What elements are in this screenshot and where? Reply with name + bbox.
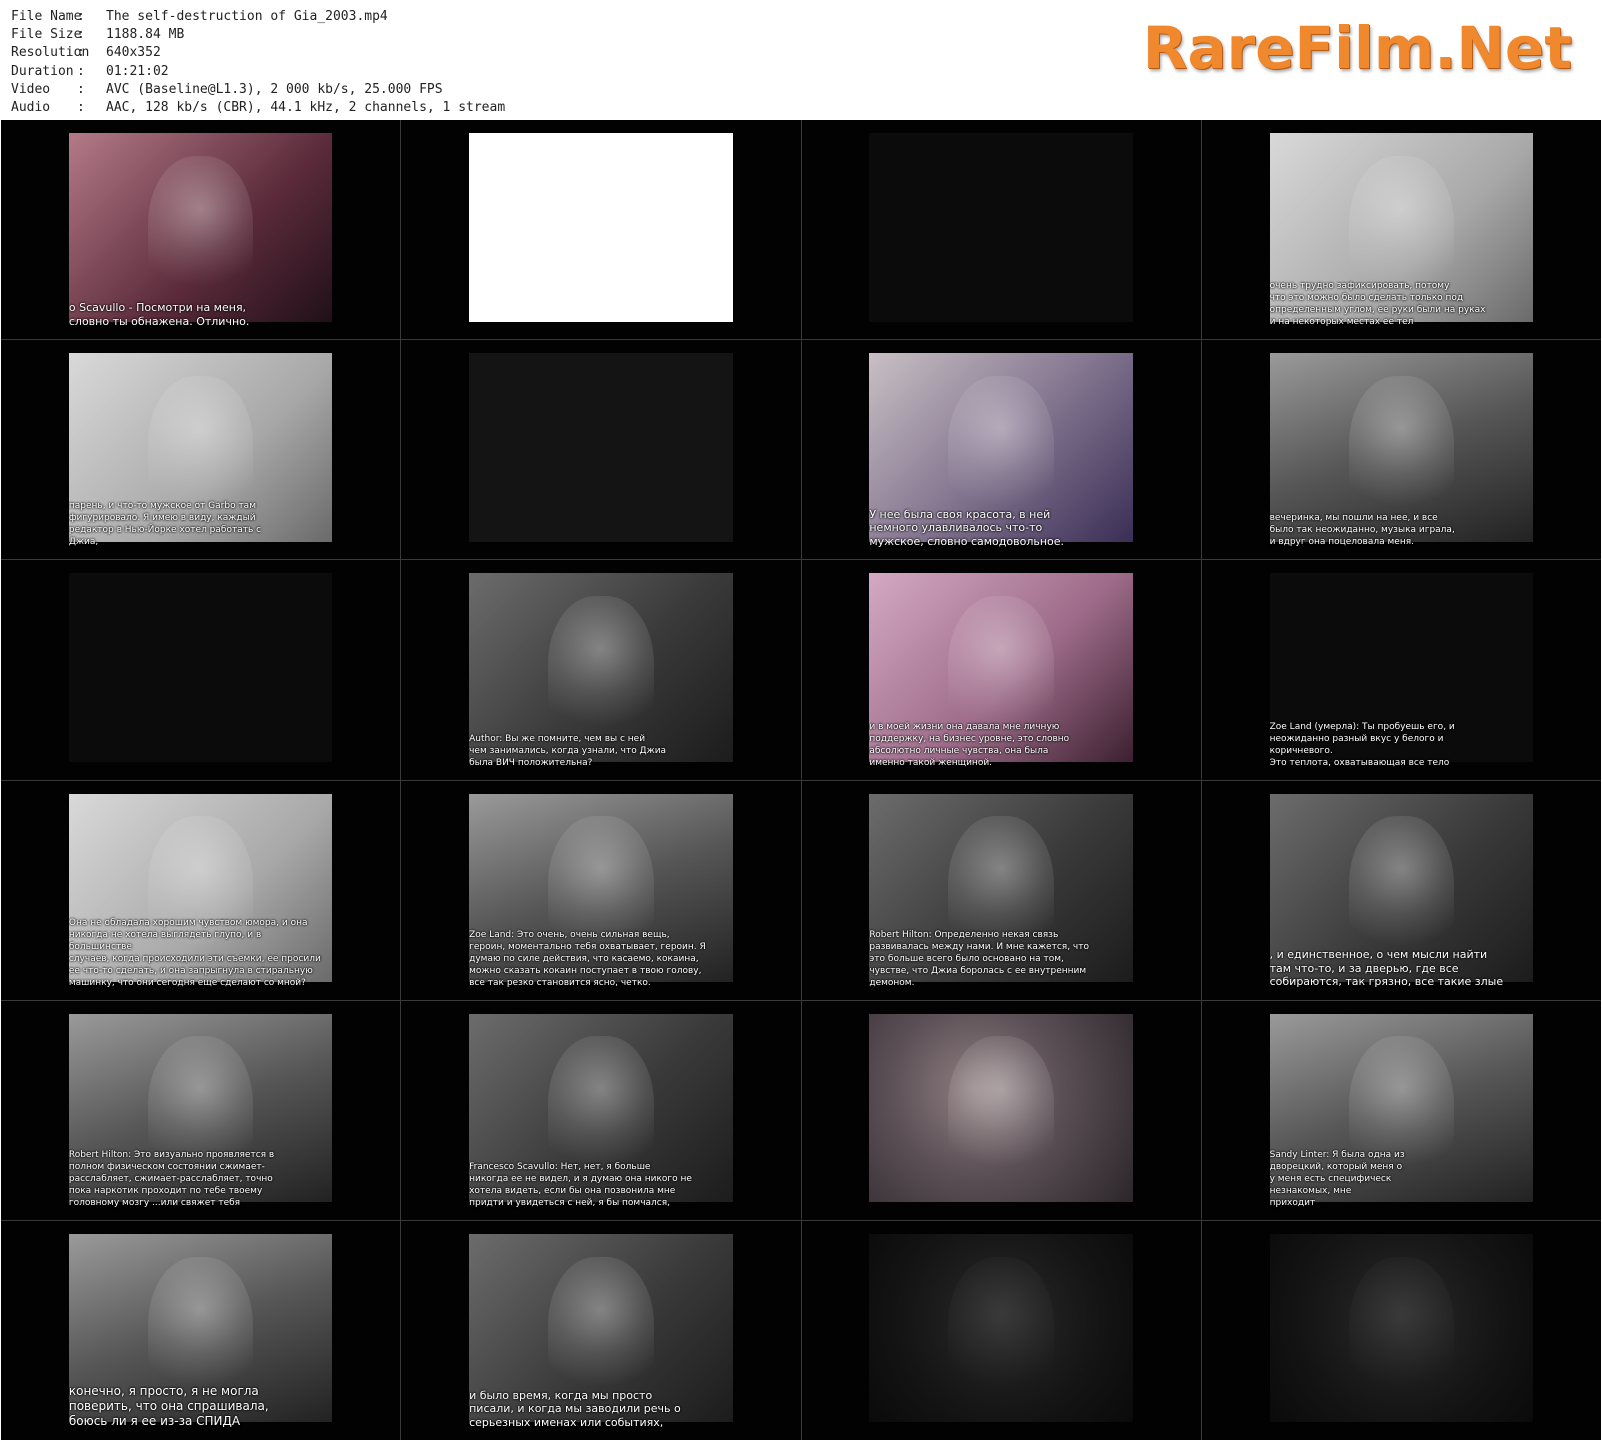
video-frame <box>869 1013 1133 1203</box>
video-frame <box>469 133 733 322</box>
thumbnail <box>401 340 801 560</box>
file-info-row: Audio: AAC, 128 kb/s (CBR), 44.1 kHz, 2 c… <box>11 99 505 117</box>
subtitle-text: Francesco Scavullo: Нет, нет, я больше н… <box>469 1161 692 1208</box>
file-info-value: The self-destruction of Gia_2003.mp4 <box>106 9 388 24</box>
thumbnail: Francesco Scavullo: Нет, нет, я больше н… <box>401 1000 801 1220</box>
file-info-value: 640x352 <box>106 45 161 61</box>
thumbnail: , и единственное, о чем мысли найти там … <box>1201 780 1601 1000</box>
thumbnail: У нее была своя красота, в ней немного у… <box>801 340 1201 560</box>
video-frame <box>869 1233 1133 1423</box>
file-info-separator: : <box>77 27 85 43</box>
thumbnail: Robert Hilton: Это визуально проявляется… <box>1 1000 401 1220</box>
video-frame <box>469 353 733 542</box>
subtitle-text: Robert Hilton: Это визуально проявляется… <box>68 1149 275 1208</box>
subtitle-text: Zoe Land: Это очень, очень сильная вещь,… <box>469 929 706 988</box>
subtitle-text: У нее была своя красота, в ней немного у… <box>869 507 1065 548</box>
file-info-row: File Name: The self-destruction of Gia_20… <box>11 8 505 26</box>
video-frame <box>1269 1233 1534 1423</box>
file-info-key: Video <box>11 81 51 97</box>
subtitle-text: конечно, я просто, я не могла поверить, … <box>68 1384 269 1429</box>
thumbnail: и в моей жизни она давала мне личную под… <box>801 560 1201 780</box>
thumbnail <box>401 120 801 340</box>
file-info-value: 01:21:02 <box>106 63 169 79</box>
thumbnail: и было время, когда мы просто писали, и … <box>401 1220 801 1440</box>
file-info-row: Video: AVC (Baseline@L1.3), 2 000 kb/s, 2… <box>11 81 505 99</box>
file-info-row: Resolution: 640x352 <box>11 44 505 62</box>
file-info-value: AVC (Baseline@L1.3), 2 000 kb/s, 25.000 … <box>106 81 443 97</box>
thumbnail <box>801 1000 1201 1220</box>
subtitle-text: Robert Hilton: Определенно некая связь р… <box>869 929 1089 988</box>
file-info-separator: : <box>77 100 85 116</box>
thumbnail: парень, и что-то мужское от Garbo там фи… <box>1 340 401 560</box>
subtitle-text: и в моей жизни она давала мне личную под… <box>869 721 1070 768</box>
video-frame <box>869 133 1133 322</box>
file-info-key: Resolution <box>11 45 90 61</box>
thumbnail: вечеринка, мы пошли на нее, и все было т… <box>1201 340 1601 560</box>
file-info: File Name: The self-destruction of Gia_20… <box>11 8 505 117</box>
subtitle-text: Author: Вы же помните, чем вы с ней чем … <box>469 733 667 768</box>
file-info-separator: : <box>77 45 85 61</box>
subtitle-text: вечеринка, мы пошли на нее, и все было т… <box>1269 513 1455 548</box>
file-info-key: Audio <box>11 100 51 116</box>
thumbnail <box>801 120 1201 340</box>
site-logo: RareFilm.Net <box>1142 14 1572 82</box>
file-info-key: File Name <box>11 9 82 24</box>
subtitle-text: Sandy Linter: Я была одна из дворецкий, … <box>1269 1149 1405 1208</box>
thumbnail: Sandy Linter: Я была одна из дворецкий, … <box>1201 1000 1601 1220</box>
subtitle-text: парень, и что-то мужское от Garbo там фи… <box>68 501 262 548</box>
video-frame <box>68 133 333 322</box>
file-info-row: Duration: 01:21:02 <box>11 63 505 81</box>
thumbnail: Author: Вы же помните, чем вы с ней чем … <box>401 560 801 780</box>
file-info-key: File Size <box>11 27 82 43</box>
thumbnail: очень трудно зафиксировать, потому что э… <box>1201 120 1601 340</box>
thumbnail-grid: о Scavullo - Посмотри на меня, словно ты… <box>1 120 1601 1440</box>
subtitle-text: и было время, когда мы просто писали, и … <box>469 1388 681 1429</box>
file-info-key: Duration <box>11 63 74 79</box>
video-frame <box>68 573 333 762</box>
file-info-separator: : <box>77 81 85 97</box>
file-info-row: File Size: 1188.84 MB <box>11 26 505 44</box>
thumbnail: Zoe Land: Это очень, очень сильная вещь,… <box>401 780 801 1000</box>
thumbnail: Zoe Land (умерла): Ты пробуешь его, и не… <box>1201 560 1601 780</box>
thumbnail: Она не обладала хорошим чувством юмора, … <box>1 780 401 1000</box>
thumbnail <box>1201 1220 1601 1440</box>
subtitle-text: , и единственное, о чем мысли найти там … <box>1269 948 1504 989</box>
thumbnail: Robert Hilton: Определенно некая связь р… <box>801 780 1201 1000</box>
subtitle-text: Zoe Land (умерла): Ты пробуешь его, и не… <box>1269 721 1455 768</box>
subtitle-text: очень трудно зафиксировать, потому что э… <box>1269 281 1486 328</box>
file-info-value: 1188.84 MB <box>106 27 185 43</box>
thumbnail <box>801 1220 1201 1440</box>
file-info-separator: : <box>77 63 85 79</box>
thumbnail <box>1 560 401 780</box>
header: File Name: The self-destruction of Gia_20… <box>0 0 1602 120</box>
file-info-separator: : <box>77 9 85 24</box>
subtitle-text: о Scavullo - Посмотри на меня, словно ты… <box>68 301 250 328</box>
file-info-value: AAC, 128 kb/s (CBR), 44.1 kHz, 2 channel… <box>106 100 506 116</box>
thumbnail: конечно, я просто, я не могла поверить, … <box>1 1220 401 1440</box>
thumbnail: о Scavullo - Посмотри на меня, словно ты… <box>1 120 401 340</box>
subtitle-text: Она не обладала хорошим чувством юмора, … <box>68 917 321 988</box>
